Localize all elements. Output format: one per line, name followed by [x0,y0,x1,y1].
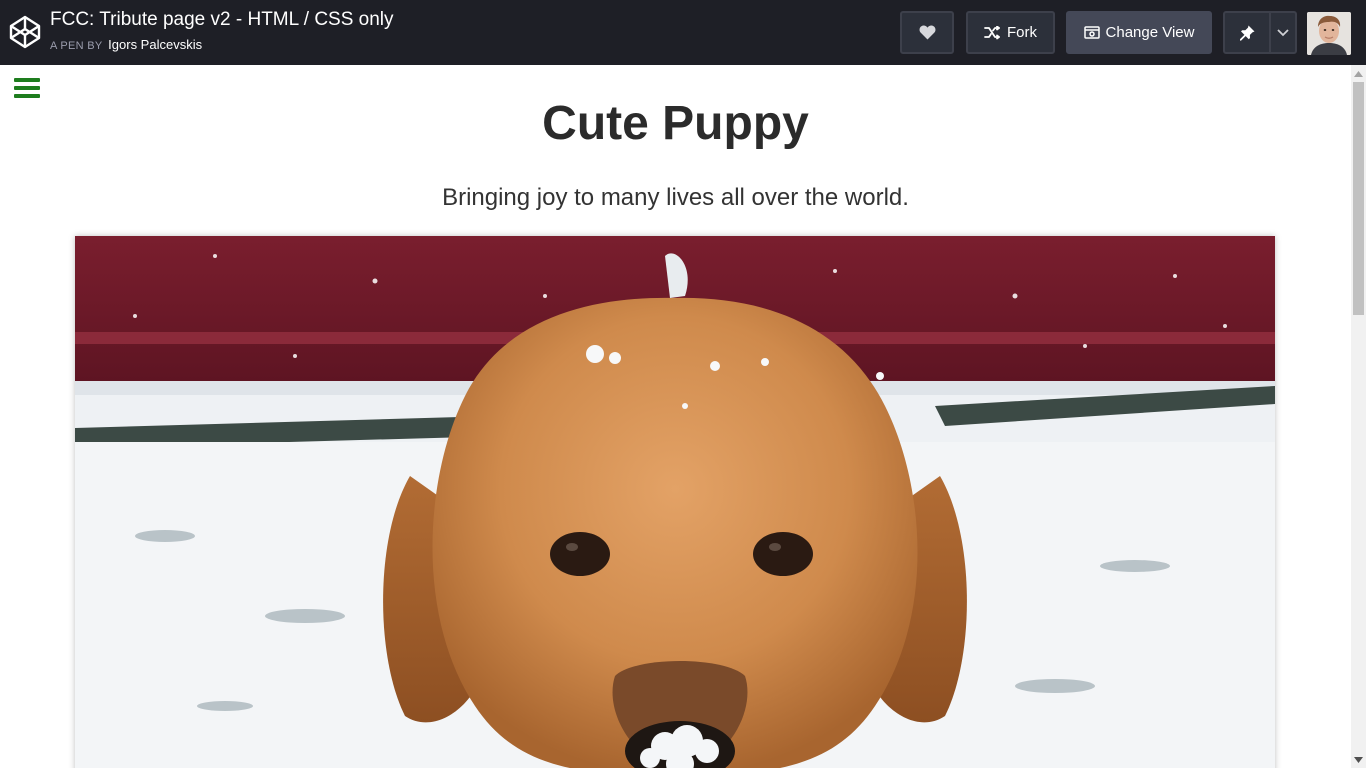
fork-icon [984,25,1000,39]
chevron-down-icon [1277,28,1289,36]
pin-icon [1239,25,1254,41]
codepen-logo-icon[interactable] [8,14,42,50]
change-view-button[interactable]: Change View [1066,11,1212,54]
page-tagline: Bringing joy to many lives all over the … [442,184,909,211]
pen-author-link[interactable]: Igors Palcevskis [108,37,202,52]
scroll-down-arrow-icon[interactable] [1351,751,1366,768]
puppy-illustration [75,236,1275,768]
page-scrollbar[interactable] [1351,65,1366,768]
like-button[interactable] [900,11,954,54]
puppy-photo [75,236,1275,768]
user-avatar[interactable] [1307,12,1351,55]
preview-pane: Cute Puppy Bringing joy to many lives al… [0,65,1351,768]
codepen-header: FCC: Tribute page v2 - HTML / CSS only A… [0,0,1366,65]
fork-label: Fork [1007,24,1037,41]
pin-button[interactable] [1223,11,1271,54]
avatar-image [1307,12,1351,55]
scrollbar-thumb[interactable] [1353,82,1364,315]
pen-author-line: A PEN BY Igors Palcevskis [50,37,202,52]
heart-icon [919,25,935,40]
change-view-icon [1083,26,1100,39]
pin-options-button[interactable] [1269,11,1297,54]
page-title: Cute Puppy [542,97,809,150]
scroll-up-arrow-icon[interactable] [1351,65,1366,82]
pen-title[interactable]: FCC: Tribute page v2 - HTML / CSS only [50,9,394,31]
change-view-label: Change View [1105,24,1195,41]
pen-by-label: A PEN BY [50,40,103,52]
fork-button[interactable]: Fork [966,11,1055,54]
